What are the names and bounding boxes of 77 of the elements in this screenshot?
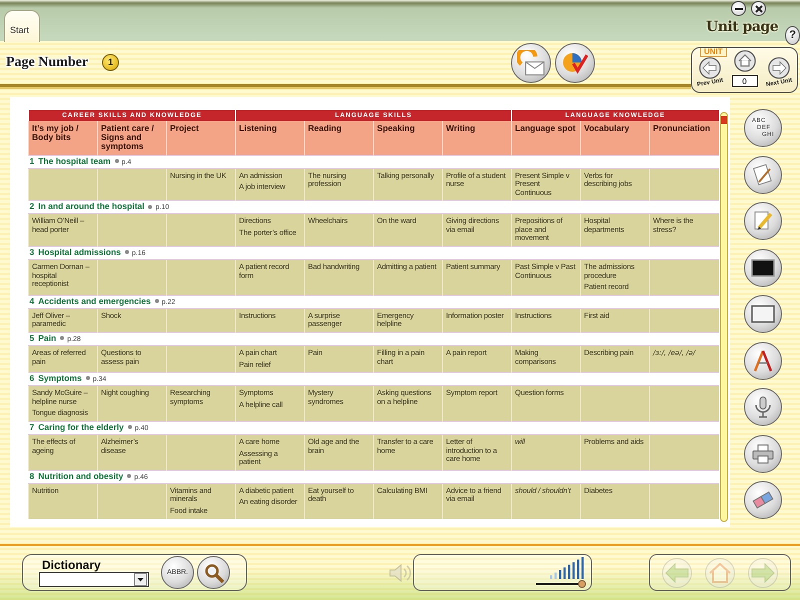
column-header: Reading	[304, 121, 374, 155]
screen-button[interactable]	[744, 248, 782, 286]
close-icon	[754, 4, 762, 12]
right-arrow-icon	[750, 562, 775, 582]
column-header: Writing	[442, 121, 512, 155]
bullet-icon	[148, 204, 152, 209]
filled-screen-icon	[751, 258, 775, 276]
column-header: Pronunciation	[650, 121, 719, 155]
column-header: Speaking	[374, 121, 443, 155]
unit-number-field[interactable]: 0	[732, 75, 758, 87]
print-button[interactable]	[744, 434, 782, 472]
unit-number: 6	[30, 373, 34, 384]
minimize-button[interactable]	[731, 1, 746, 16]
chart-button[interactable]	[555, 42, 595, 82]
help-button[interactable]: ?	[785, 26, 800, 45]
slider-thumb[interactable]	[578, 580, 586, 588]
unit-title: Nutrition and obesity	[38, 470, 124, 481]
unit-title: The hospital team	[38, 156, 110, 166]
column-header: Project	[166, 121, 236, 155]
email-button[interactable]	[511, 42, 551, 82]
dictionary-dropdown[interactable]	[39, 572, 149, 586]
scrollbar[interactable]	[720, 112, 728, 522]
close-button[interactable]	[751, 1, 766, 16]
unit-number: 5	[30, 333, 34, 344]
column-header: Vocabulary	[580, 121, 650, 155]
search-icon	[204, 562, 224, 582]
blank-screen-button[interactable]	[744, 295, 782, 333]
start-tab[interactable]: Start	[4, 10, 40, 42]
unit-number: 4	[30, 296, 34, 306]
microphone-button[interactable]	[744, 388, 782, 426]
unit-number: 1	[30, 156, 34, 166]
bullet-icon	[124, 250, 129, 254]
volume-bars-icon	[550, 557, 586, 579]
unit-title: Pain	[38, 333, 56, 344]
home-icon	[708, 562, 731, 582]
note-button[interactable]	[744, 156, 782, 194]
bullet-icon	[86, 376, 90, 380]
bullet-icon	[60, 336, 64, 340]
unit-number: 3	[30, 247, 34, 258]
home-button[interactable]	[734, 50, 756, 72]
bullet-icon	[114, 158, 118, 163]
unit-title: Symptoms	[38, 373, 82, 384]
unit-label: UNIT	[700, 48, 727, 57]
volume-slider[interactable]	[536, 580, 586, 588]
email-icon	[517, 50, 545, 76]
unit-number: 2	[30, 201, 34, 212]
scroll-thumb[interactable]	[720, 116, 727, 124]
pie-chart-icon	[562, 50, 588, 74]
column-header: Listening	[236, 121, 305, 155]
search-button[interactable]	[197, 556, 230, 589]
column-header: Patient care / Signs and symptoms	[98, 121, 166, 155]
column-header: It’s my job / Body bits	[28, 121, 98, 155]
dictionary-label: Dictionary	[42, 558, 101, 572]
drawing-compass-icon	[752, 350, 774, 372]
unit-title: In and around the hospital	[38, 201, 144, 212]
pencil-button[interactable]	[744, 202, 782, 240]
unit-title: Accidents and emergencies	[38, 296, 151, 306]
eraser-button[interactable]	[744, 481, 782, 519]
eraser-icon	[752, 491, 774, 509]
bullet-icon	[128, 425, 132, 430]
compass-button[interactable]	[744, 342, 782, 380]
bullet-icon	[154, 299, 159, 304]
column-header: Language spot	[512, 121, 581, 155]
blank-screen-icon	[751, 305, 775, 323]
unit-number: 8	[30, 470, 34, 481]
unit-title: Hospital admissions	[38, 247, 121, 258]
printer-icon	[752, 444, 774, 464]
speaker-icon	[388, 562, 412, 584]
unit-number: 7	[30, 422, 34, 432]
page-number-label: Page Number	[6, 54, 88, 70]
page-number-badge: 1	[102, 54, 120, 71]
home-icon	[734, 50, 756, 72]
page-title: Unit page	[706, 18, 778, 36]
left-arrow-icon	[665, 562, 690, 582]
unit-title: Caring for the elderly	[38, 422, 124, 432]
microphone-icon	[754, 396, 772, 418]
bullet-icon	[127, 474, 132, 478]
